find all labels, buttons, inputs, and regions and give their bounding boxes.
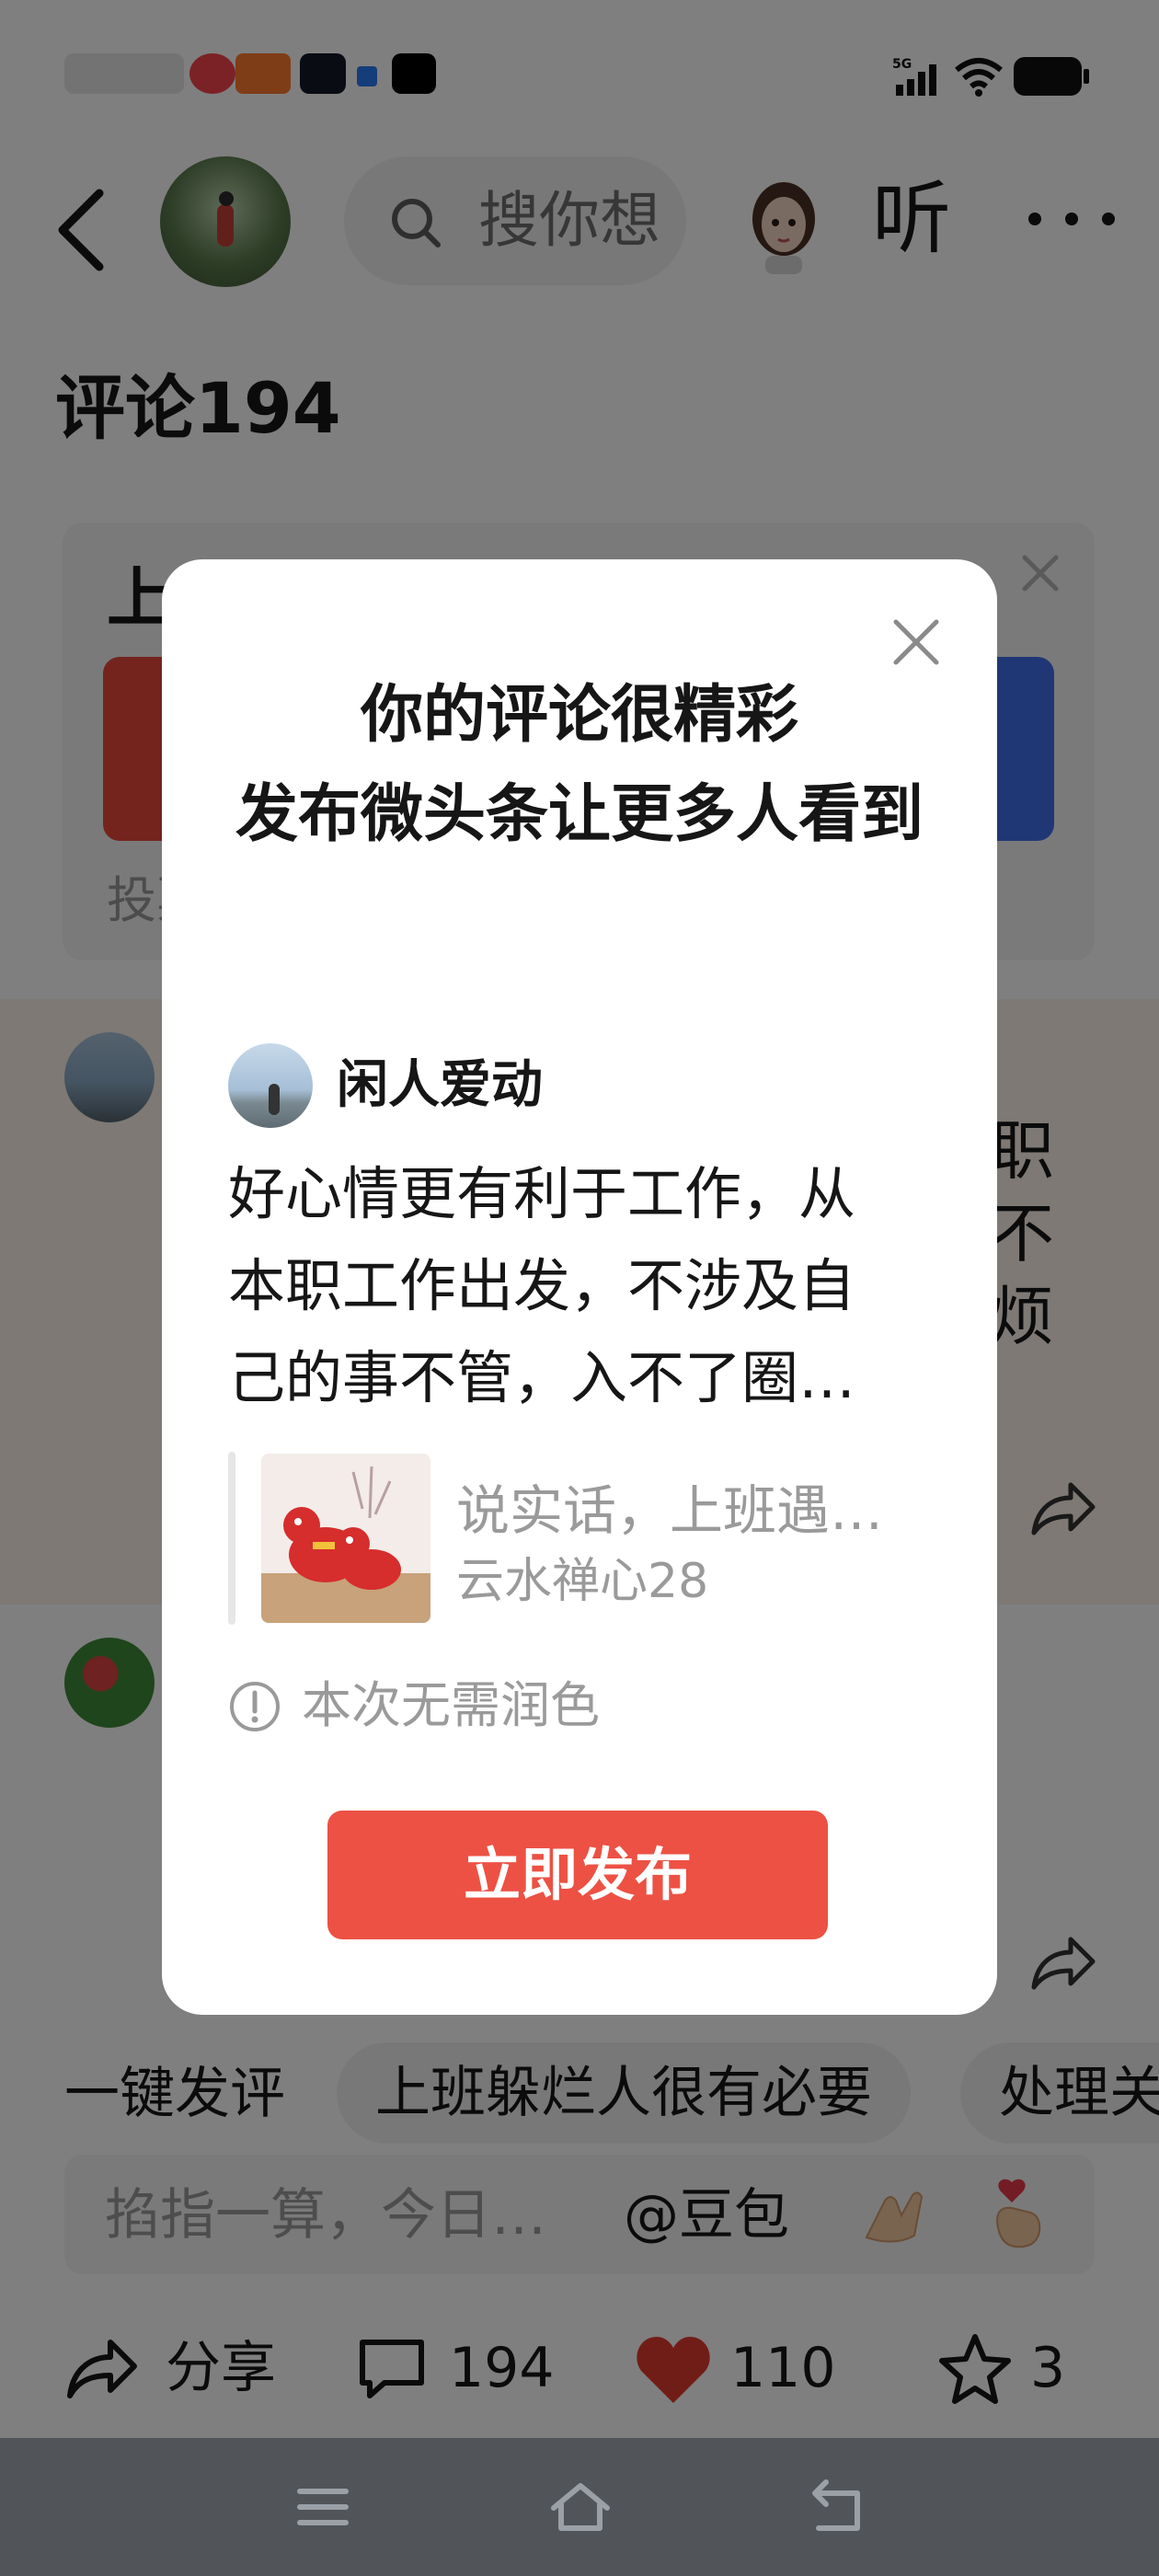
author-name: 闲人爱动 [337,1055,543,1115]
info-icon [230,1682,280,1731]
quoted-article[interactable]: 说实话，上班遇… 云水禅心28 [228,1452,936,1625]
back-nav-icon[interactable] [806,2475,870,2539]
quote-bar [228,1452,235,1625]
publish-modal: 你的评论很精彩 发布微头条让更多人看到 闲人爱动 好心情更有利于工作，从 本职工… [162,559,997,2015]
publish-button[interactable]: 立即发布 [327,1811,828,1939]
modal-title: 你的评论很精彩 发布微头条让更多人看到 [235,679,924,851]
avatar [228,1043,313,1128]
post-body-line: 本职工作出发，不涉及自 [228,1252,856,1319]
menu-icon[interactable] [291,2475,355,2539]
post-body-line: 己的事不管，入不了圈… [228,1344,856,1411]
post-body-line: 好心情更有利于工作，从 [228,1160,856,1227]
system-nav-bar [0,2438,1159,2576]
close-icon[interactable] [889,615,944,670]
post-body: 好心情更有利于工作，从 本职工作出发，不涉及自 己的事不管，入不了圈… [228,1148,946,1424]
quote-thumbnail [261,1454,430,1623]
home-icon[interactable] [548,2475,613,2539]
hint-text: 本次无需润色 [302,1676,600,1734]
quote-author: 云水禅心28 [456,1554,709,1609]
quote-title: 说实话，上班遇… [456,1479,884,1542]
